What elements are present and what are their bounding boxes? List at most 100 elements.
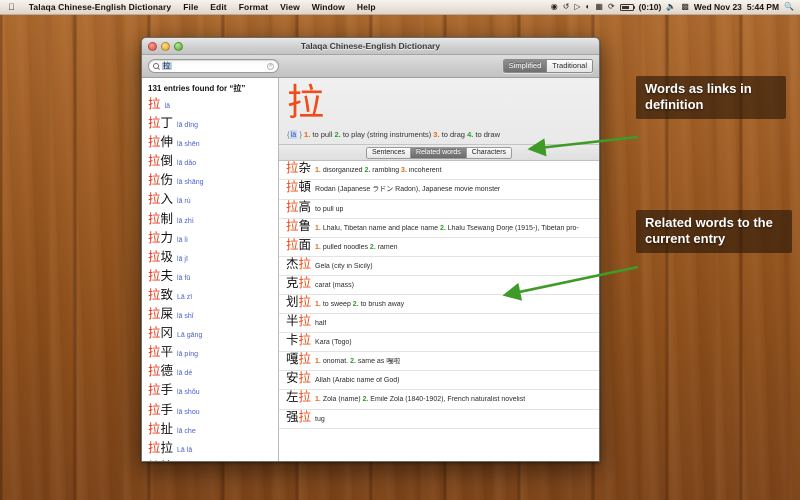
related-word-row[interactable]: 左拉 1. Zola (name) 2. Émile Zola (1840-190… [279, 390, 599, 410]
related-word-hanzi[interactable]: 拉頓 [286, 181, 311, 194]
window-title: Talaqa Chinese-English Dictionary [300, 41, 441, 51]
close-button[interactable] [148, 42, 157, 51]
related-word-hanzi[interactable]: 半拉 [286, 314, 311, 328]
sense-number: 3. [431, 130, 440, 140]
input-flag-icon[interactable]: ▩ [681, 3, 689, 11]
list-item-pinyin: lā dé [177, 370, 193, 378]
related-word-hanzi[interactable]: 拉面 [286, 238, 311, 252]
list-item-hanzi: 拉手 [148, 382, 174, 398]
results-sidebar[interactable]: 131 entries found for “拉” 拉 lā 拉丁 lā dīng 拉伸… [142, 78, 279, 461]
list-item-hanzi: 拉拉 [148, 439, 174, 455]
search-input[interactable]: 拉 ✕ [148, 59, 279, 73]
related-word-row[interactable]: 强拉 tug [279, 410, 599, 429]
list-item-pinyin: lā píng [177, 351, 199, 359]
list-item-pinyin: lā shou [177, 408, 200, 416]
tab-characters[interactable]: Characters [465, 147, 512, 158]
list-item-hanzi: 拉入 [148, 191, 174, 207]
related-word-row[interactable]: 克拉 carat (mass) [279, 276, 599, 296]
related-word-row[interactable]: 拉面 1. pulled noodles 2. ramen [279, 238, 599, 257]
related-word-hanzi[interactable]: 拉杂 [286, 162, 311, 175]
menu-item-format[interactable]: Format [233, 2, 274, 12]
related-word-row[interactable]: 杰拉 Gela (city in Sicily) [279, 257, 599, 276]
list-item-pinyin: lā dīng [177, 122, 199, 130]
menu-item-window[interactable]: Window [306, 2, 351, 12]
related-word-definition: Kara (Togo) [315, 339, 352, 347]
related-word-definition: Rodan (Japanese ラドン Radon), Japanese mov… [315, 186, 501, 194]
menu-item-app-name[interactable]: Talaqa Chinese-English Dictionary [23, 2, 177, 12]
entry-header: 拉 {lā } 1. to pull 2. to play (string in… [279, 78, 599, 146]
battery-time-label: (0:10) [638, 2, 662, 12]
menu-item-edit[interactable]: Edit [204, 2, 232, 12]
traditional-button[interactable]: Traditional [546, 60, 592, 72]
send-icon[interactable]: ▷ [574, 3, 580, 11]
volume-icon[interactable]: 🔈 [666, 3, 676, 11]
results-list[interactable]: 拉 lā 拉丁 lā dīng 拉伸 lā shēn 拉倒 lā dǎo 拉伤 lā shāng 拉… [142, 97, 278, 461]
related-word-hanzi[interactable]: 克拉 [286, 276, 311, 290]
zoom-button[interactable] [174, 42, 183, 51]
dropbox-icon[interactable]: ◉ [551, 3, 558, 11]
related-word-row[interactable]: 安拉 Allah (Arabic name of God) [279, 371, 599, 391]
menu-bar-clock[interactable]: 5:44 PM [747, 2, 779, 12]
related-words-list[interactable]: 拉杂 1. disorganized 2. rambling 3. incoher… [279, 161, 599, 461]
related-word-row[interactable]: 拉杂 1. disorganized 2. rambling 3. incoher… [279, 161, 599, 181]
list-item-hanzi: 拉伸 [148, 134, 174, 150]
related-word-definition: 1. to sweep 2. to brush away [315, 301, 405, 309]
list-item-pinyin: lā [164, 103, 170, 110]
related-word-hanzi[interactable]: 划拉 [286, 295, 311, 309]
related-word-hanzi[interactable]: 杰拉 [286, 257, 311, 271]
menu-item-view[interactable]: View [274, 2, 306, 12]
related-word-hanzi[interactable]: 拉高 [286, 200, 311, 214]
list-item-pinyin: Lā zī [177, 293, 193, 301]
search-clear-icon[interactable]: ✕ [267, 62, 274, 70]
entry-tabs[interactable]: Sentences Related words Characters [365, 146, 513, 159]
window-controls [148, 42, 183, 51]
sync-icon[interactable]: ↺ [563, 3, 570, 11]
related-word-hanzi[interactable]: 强拉 [286, 410, 311, 424]
related-word-hanzi[interactable]: 左拉 [286, 391, 311, 404]
related-word-definition: tug [315, 415, 325, 423]
related-word-definition: carat (mass) [315, 281, 354, 289]
timemachine-icon[interactable]: ⟳ [608, 3, 615, 11]
spotlight-search-icon[interactable]: 🔍 [784, 3, 794, 11]
related-word-row[interactable]: 嘎拉 1. onomat. 2. same as 嘎啦 [279, 352, 599, 372]
related-word-definition: 1. Zola (name) 2. Émile Zola (1840-1902)… [315, 396, 526, 404]
list-item-hanzi: 拉圾 [148, 248, 174, 264]
list-item-pinyin: lā lì [177, 236, 188, 244]
related-word-hanzi[interactable]: 卡拉 [286, 333, 311, 347]
list-item-hanzi: 拉力 [148, 229, 174, 245]
sense-text: to draw [473, 130, 501, 140]
related-word-hanzi[interactable]: 嘎拉 [286, 353, 311, 366]
list-item-hanzi: 拉平 [148, 344, 174, 360]
menu-item-file[interactable]: File [177, 2, 204, 12]
related-word-row[interactable]: 划拉 1. to sweep 2. to brush away [279, 295, 599, 315]
sense-text: to pull [310, 130, 333, 140]
related-word-row[interactable]: 半拉 half [279, 314, 599, 334]
minimize-button[interactable] [161, 42, 170, 51]
related-word-definition: Allah (Arabic name of God) [315, 377, 400, 385]
list-item-hanzi: 拉冈 [148, 325, 174, 341]
menu-item-help[interactable]: Help [351, 2, 382, 12]
related-word-hanzi[interactable]: 安拉 [286, 372, 311, 385]
related-word-row[interactable]: 拉頓 Rodan (Japanese ラドン Radon), Japanese m… [279, 180, 599, 200]
tab-sentences[interactable]: Sentences [366, 147, 411, 158]
window-titlebar[interactable]: Talaqa Chinese-English Dictionary [142, 38, 599, 55]
related-word-hanzi[interactable]: 拉鲁 [286, 219, 311, 233]
annotation-related-words: Related words to the current entry [636, 210, 792, 253]
battery-icon[interactable] [619, 3, 636, 11]
apple-menu-icon[interactable]:  [0, 2, 23, 12]
related-word-row[interactable]: 拉鲁 1. Lhalu, Tibetan name and place name … [279, 219, 599, 238]
list-item-pinyin: Lā gāng [177, 332, 203, 340]
list-item-hanzi: 拉扯 [148, 420, 174, 436]
simplified-button[interactable]: Simplified [503, 60, 547, 72]
related-word-row[interactable]: 拉高 to pull up [279, 200, 599, 219]
display-icon[interactable]: ▦ [595, 3, 603, 11]
menu-bar-date[interactable]: Wed Nov 23 [694, 2, 742, 12]
annotation-words-as-links: Words as links in definition [636, 76, 786, 119]
related-word-row[interactable]: 卡拉 Kara (Togo) [279, 333, 599, 353]
list-item-pinyin: lā shǒu [177, 389, 200, 397]
wifi-icon[interactable]: ◐ [586, 3, 591, 11]
list-item-pinyin: lā dǎo [177, 160, 197, 168]
entry-definition-line: {lā } 1. to pull 2. to play (string inst… [287, 130, 591, 140]
list-item-pinyin: lā zhì [177, 217, 194, 225]
tab-related-words[interactable]: Related words [410, 147, 466, 158]
